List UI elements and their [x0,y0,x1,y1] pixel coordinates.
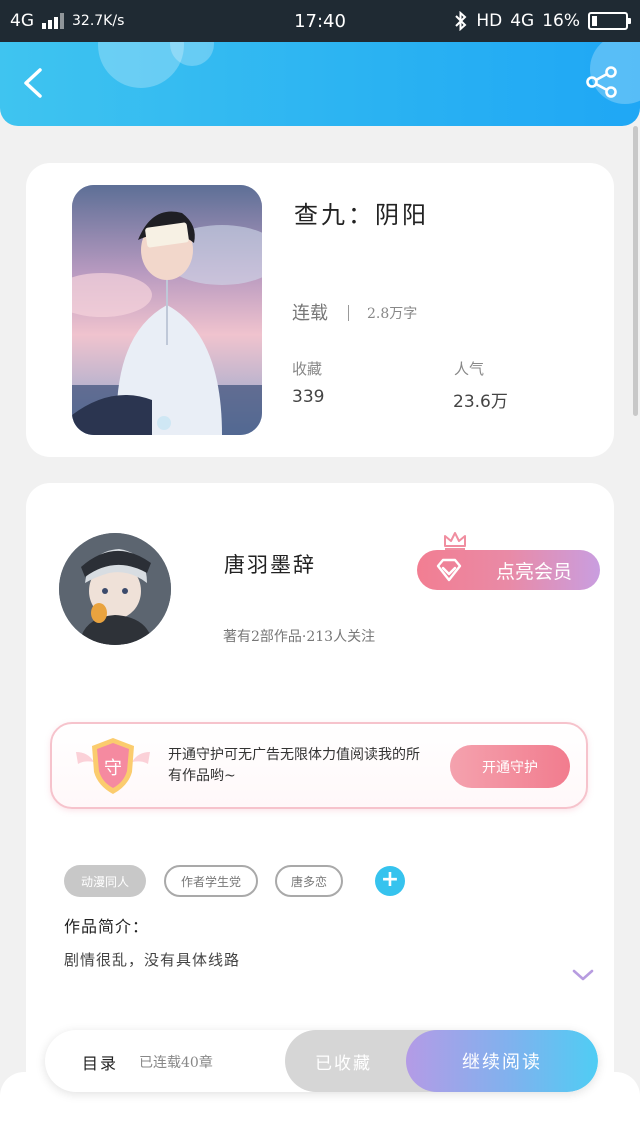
header-bar [0,42,640,126]
vip-button[interactable]: 点亮会员 [417,550,600,590]
popularity-count: 23.6万 [453,392,508,412]
open-guard-button[interactable]: 开通守护 [450,745,570,788]
shield-badge-icon: 守 [76,738,150,794]
author-stats: 著有2部作品·213人关注 [223,629,376,645]
shield-badge-char: 守 [104,758,122,779]
network-type-right: 4G [510,11,535,31]
chapter-count: 已连载40章 [139,1055,213,1071]
scrollbar[interactable] [633,126,638,416]
favorites-label: 收藏 [292,360,323,378]
guard-promo: 守 开通守护可无广告无限体力值阅读我的所有作品哟~ 开通守护 [50,722,588,809]
tag-item[interactable]: 唐多恋 [275,865,343,897]
continue-reading-button[interactable]: 继续阅读 [406,1030,598,1092]
book-cover[interactable] [72,185,262,435]
tag-item[interactable]: 作者学生党 [164,865,258,897]
network-type: 4G [10,11,34,31]
serial-status: 连载 [292,303,328,324]
add-tag-button[interactable]: + [375,866,405,896]
guard-promo-text: 开通守护可无广告无限体力值阅读我的所有作品哟~ [168,747,420,784]
author-card: 唐羽墨辞 著有2部作品·213人关注 点亮会员 守 开通守护可无广告无限体力值阅… [26,483,614,1103]
diamond-icon [436,558,462,582]
battery-icon [588,12,631,30]
book-title: 查九：阴阳 [294,201,429,229]
intro-text: 剧情很乱，没有具体线路 [64,951,241,969]
status-bar: 4G 32.7K/s 17:40 HD 4G 16% [0,0,640,42]
vip-button-label: 点亮会员 [495,560,572,583]
back-button[interactable] [18,66,52,100]
author-avatar[interactable] [59,533,171,645]
network-speed: 32.7K/s [72,13,125,29]
divider [348,305,349,321]
intro-label: 作品简介： [64,917,150,936]
signal-icon [42,13,64,29]
cover-illustration [72,185,262,435]
share-icon[interactable] [584,64,620,100]
word-count: 2.8万字 [367,306,418,322]
collected-button-label: 已收藏 [315,1053,372,1074]
bluetooth-icon [455,11,467,31]
chevron-down-icon[interactable] [571,967,595,983]
avatar-illustration [59,533,171,645]
crown-icon [444,532,466,550]
bottom-action-bar: 目录 已连载40章 已收藏 继续阅读 [45,1030,598,1092]
tag-item[interactable]: 动漫同人 [64,865,146,897]
book-info-card: 查九：阴阳 连载 2.8万字 收藏 339 人气 23.6万 [26,163,614,457]
toc-button[interactable]: 目录 [82,1050,118,1074]
battery-percent: 16% [542,11,580,31]
author-name[interactable]: 唐羽墨辞 [224,549,316,579]
favorites-count: 339 [292,387,325,407]
popularity-label: 人气 [454,360,485,378]
hd-indicator: HD [476,11,503,31]
